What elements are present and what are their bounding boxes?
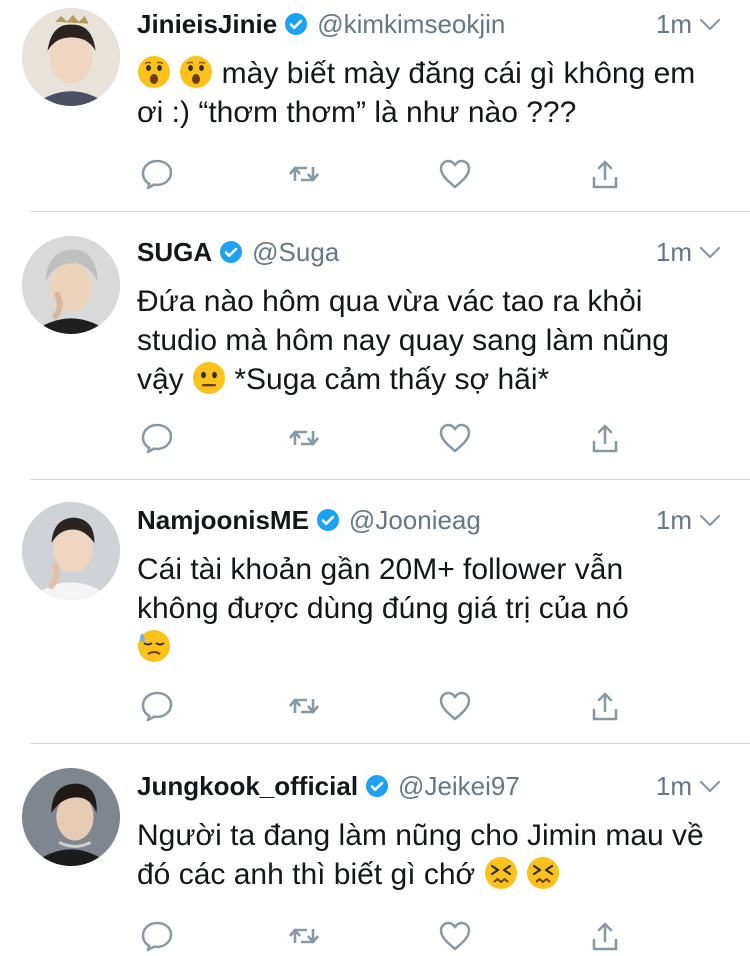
- verified-badge-icon: [284, 12, 308, 36]
- user-handle[interactable]: @Jeikei97: [398, 771, 520, 802]
- heart-icon[interactable]: [435, 686, 475, 726]
- user-handle[interactable]: @kimkimseokjin: [317, 9, 505, 40]
- heart-icon[interactable]: [435, 154, 475, 194]
- timestamp: 1m: [655, 236, 692, 267]
- tweet[interactable]: NamjoonisME @Joonieag 1m Cái tài khoản g…: [0, 480, 750, 744]
- tweet[interactable]: JinieisJinie @kimkimseokjin 1m mày biết …: [0, 0, 750, 212]
- display-name[interactable]: SUGA: [137, 237, 212, 268]
- avatar[interactable]: [22, 8, 120, 106]
- timestamp: 1m: [655, 8, 692, 39]
- chevron-down-icon[interactable]: [698, 12, 722, 36]
- verified-badge-icon: [365, 774, 389, 798]
- timestamp: 1m: [655, 504, 692, 535]
- display-name[interactable]: JinieisJinie: [137, 9, 277, 40]
- verified-badge-icon: [316, 508, 340, 532]
- tweet-header: SUGA @Suga 1m: [137, 232, 722, 272]
- tweet-text-body-2: *Suga cảm thấy sợ hãi*: [226, 363, 550, 396]
- tweet-header: Jungkook_official @Jeikei97 1m: [137, 766, 722, 806]
- avatar[interactable]: [22, 768, 120, 866]
- neutral-face-icon: [192, 361, 226, 395]
- confounded-face-icon: [526, 856, 560, 890]
- tweet-text-body: Cái tài khoản gần 20M+ follower vẫn khôn…: [137, 553, 629, 625]
- user-handle[interactable]: @Joonieag: [349, 505, 481, 536]
- chevron-down-icon[interactable]: [698, 508, 722, 532]
- retweet-icon[interactable]: [284, 154, 324, 194]
- downcast-sweat-face-icon: [137, 629, 171, 663]
- tweet-text: Người ta đang làm nũng cho Jimin mau về …: [137, 816, 710, 894]
- verified-badge-icon: [219, 240, 243, 264]
- tweet-text-body: Người ta đang làm nũng cho Jimin mau về …: [137, 819, 704, 891]
- confounded-face-icon: [484, 856, 518, 890]
- chevron-down-icon[interactable]: [698, 240, 722, 264]
- tweet-text: Đứa nào hôm qua vừa vác tao ra khỏi stud…: [137, 282, 710, 399]
- tweet-actions: [137, 916, 627, 956]
- timestamp: 1m: [655, 770, 692, 801]
- chevron-down-icon[interactable]: [698, 774, 722, 798]
- reply-icon[interactable]: [137, 686, 177, 726]
- tweet-actions: [137, 154, 627, 194]
- tweet-text: mày biết mày đăng cái gì không em ơi :) …: [137, 54, 710, 132]
- tweet-text-body: mày biết mày đăng cái gì không em ơi :) …: [137, 57, 696, 129]
- avatar[interactable]: [22, 236, 120, 334]
- retweet-icon[interactable]: [284, 916, 324, 956]
- tweet[interactable]: Jungkook_official @Jeikei97 1m Người ta …: [0, 744, 750, 956]
- tweet-actions: [137, 418, 627, 458]
- display-name[interactable]: Jungkook_official: [137, 771, 358, 802]
- tweet-header: JinieisJinie @kimkimseokjin 1m: [137, 4, 722, 44]
- display-name[interactable]: NamjoonisME: [137, 505, 309, 536]
- hushed-face-icon: [179, 55, 213, 89]
- share-icon[interactable]: [585, 418, 625, 458]
- reply-icon[interactable]: [137, 418, 177, 458]
- heart-icon[interactable]: [435, 916, 475, 956]
- reply-icon[interactable]: [137, 916, 177, 956]
- share-icon[interactable]: [585, 916, 625, 956]
- heart-icon[interactable]: [435, 418, 475, 458]
- tweet-header: NamjoonisME @Joonieag 1m: [137, 500, 722, 540]
- user-handle[interactable]: @Suga: [252, 237, 339, 268]
- share-icon[interactable]: [585, 154, 625, 194]
- tweet-text: Cái tài khoản gần 20M+ follower vẫn khôn…: [137, 550, 710, 667]
- share-icon[interactable]: [585, 686, 625, 726]
- avatar[interactable]: [22, 502, 120, 600]
- reply-icon[interactable]: [137, 154, 177, 194]
- retweet-icon[interactable]: [284, 686, 324, 726]
- hushed-face-icon: [137, 55, 171, 89]
- tweet[interactable]: SUGA @Suga 1m Đứa nào hôm qua vừa vác ta…: [0, 212, 750, 480]
- tweet-actions: [137, 686, 627, 726]
- retweet-icon[interactable]: [284, 418, 324, 458]
